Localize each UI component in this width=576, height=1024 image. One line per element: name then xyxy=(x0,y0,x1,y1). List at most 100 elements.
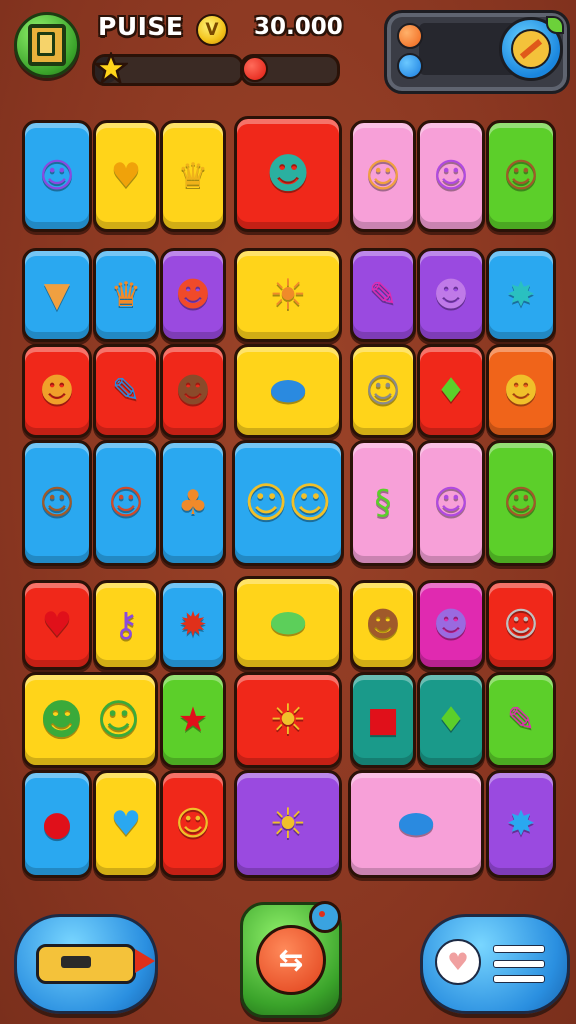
tile-red-star[interactable]: ★ xyxy=(160,672,226,768)
tile-purple-key[interactable]: ⚷ xyxy=(93,580,159,670)
heart-pin-icon: ♥ xyxy=(110,156,142,196)
pineapple-icon: ♣ xyxy=(177,483,209,523)
tile-robot-face[interactable]: ☺ xyxy=(486,580,556,670)
flame-face-icon: ☺ xyxy=(175,804,211,844)
tile-boy-character[interactable]: ☺ xyxy=(486,120,556,232)
robot-head-icon: ☺ xyxy=(365,371,401,411)
tile-red-cube[interactable]: ■ xyxy=(350,672,416,768)
tile-blue-germ[interactable]: ✸ xyxy=(486,770,556,878)
brown-bear-face-icon: ☻ xyxy=(365,605,401,645)
battery-button[interactable] xyxy=(14,914,158,1014)
red-ring-icon: ● xyxy=(42,804,72,844)
tile-red-creature[interactable]: ☻ xyxy=(160,248,226,342)
girl-character-icon: ☺ xyxy=(365,156,401,196)
tile-lion-cub[interactable]: ☻ xyxy=(22,344,92,438)
jelly-bean-icon: ⬬ xyxy=(270,366,306,415)
tile-purple-face[interactable]: ☺ xyxy=(22,120,92,232)
tile-red-sun[interactable]: ✹ xyxy=(160,580,226,670)
crowned-face-icon: ♛ xyxy=(177,156,209,196)
swap-icon: ⇆ xyxy=(256,925,326,995)
tile-red-heart[interactable]: ♥ xyxy=(22,580,92,670)
purple-key-icon: ⚷ xyxy=(113,605,139,645)
orange-king-icon: ♛ xyxy=(110,275,142,315)
battery-icon xyxy=(36,944,155,984)
tile-green-hippo[interactable]: ⬬ xyxy=(234,576,342,670)
notification-badge-icon xyxy=(309,901,341,933)
tile-pink-crayon[interactable]: ✎ xyxy=(486,672,556,768)
purple-hair-girl-icon: ☺ xyxy=(433,156,469,196)
green-hair-kid-icon: ☺ xyxy=(503,483,539,523)
tile-flame-face[interactable]: ☺ xyxy=(160,770,226,878)
brown-bear-icon: ☻ xyxy=(175,371,211,411)
blue-germ-icon: ✸ xyxy=(506,804,536,844)
tile-purple-bear-face[interactable]: ☻ xyxy=(417,580,485,670)
red-star-icon: ★ xyxy=(177,700,209,740)
tile-crayon[interactable]: ✎ xyxy=(350,248,416,342)
tile-crowned-face[interactable]: ♛ xyxy=(160,120,226,232)
tile-robot-head[interactable]: ☺ xyxy=(350,344,416,438)
tile-green-hair-kid[interactable]: ☺ xyxy=(486,440,556,566)
tile-kid-character[interactable]: ☺ xyxy=(22,440,92,566)
tile-redhead-kid[interactable]: ☺ xyxy=(93,440,159,566)
lion-face-icon: ☻ xyxy=(503,371,539,411)
crayon-icon: ✎ xyxy=(368,275,398,315)
tile-brown-bear-face[interactable]: ☻ xyxy=(350,580,416,670)
menu-icon[interactable] xyxy=(493,945,545,983)
swap-button[interactable]: ⇆ xyxy=(240,901,342,1018)
tile-two-kids[interactable]: ☺☺ xyxy=(232,440,344,566)
ice-cream-cone-icon: ▼ xyxy=(43,275,71,315)
robot-face-icon: ☺ xyxy=(503,605,539,645)
tile-green-leaf[interactable]: ♦ xyxy=(417,344,485,438)
tile-girl-character[interactable]: ☺ xyxy=(350,120,416,232)
purple-bear-icon: ☻ xyxy=(433,275,469,315)
green-blob-and-acorn-icon: ☻ ☺ xyxy=(39,695,141,744)
tile-sun-flower[interactable]: ☀ xyxy=(234,248,342,342)
tile-ice-cream-cone[interactable]: ▼ xyxy=(22,248,92,342)
red-sun-icon: ✹ xyxy=(178,605,208,645)
tile-red-ring[interactable]: ● xyxy=(22,770,92,878)
battery-cells xyxy=(61,956,91,968)
heart-menu-button[interactable]: ♥ xyxy=(420,914,570,1014)
tile-monster-character[interactable]: ☻ xyxy=(234,116,342,232)
purple-face-icon: ☺ xyxy=(39,156,75,196)
tile-yellow-sun[interactable]: ☀ xyxy=(234,672,342,768)
tile-brown-bear[interactable]: ☻ xyxy=(160,344,226,438)
red-cube-icon: ■ xyxy=(366,700,400,740)
tile-virus-creature[interactable]: ✸ xyxy=(486,248,556,342)
yellow-sun-icon: ☀ xyxy=(269,695,307,744)
tile-pineapple[interactable]: ♣ xyxy=(160,440,226,566)
tile-lion-face[interactable]: ☻ xyxy=(486,344,556,438)
tile-jelly-bean[interactable]: ⬬ xyxy=(234,344,342,438)
tile-purple-hair-girl[interactable]: ☺ xyxy=(417,120,485,232)
green-drop-icon: ♦ xyxy=(435,700,467,740)
tile-blue-crayon[interactable]: ✎ xyxy=(93,344,159,438)
tile-orange-king[interactable]: ♛ xyxy=(93,248,159,342)
tile-glossy-bean[interactable]: ⬬ xyxy=(348,770,484,878)
tile-green-drop[interactable]: ♦ xyxy=(417,672,485,768)
pink-crayon-icon: ✎ xyxy=(506,700,536,740)
tile-sunflower[interactable]: ☀ xyxy=(234,770,342,878)
heart-icon: ♥ xyxy=(435,939,481,985)
tile-board: ☺ ♥ ♛ ☻ ☺ ☺ ☺ ▼ ♛ ☻ ☀ ✎ ☻ ✸ ☻ ✎ ☻ ⬬ ☺ ♦ ☻ ☺ ☺ ♣ ☺☺ § ☺ ☺ ♥ ⚷ ✹ ⬬ ☻ ☻ ☺ ☻ ☺ ★… xyxy=(0,0,576,1024)
glossy-bean-icon: ⬬ xyxy=(398,799,434,848)
kid-character-icon: ☺ xyxy=(39,483,75,523)
lion-cub-icon: ☻ xyxy=(39,371,75,411)
boy-character-icon: ☺ xyxy=(503,156,539,196)
sunflower-icon: ☀ xyxy=(269,799,307,848)
tile-purple-bear[interactable]: ☻ xyxy=(417,248,485,342)
green-leaf-icon: ♦ xyxy=(435,371,467,411)
green-snake-icon: § xyxy=(374,483,392,523)
virus-creature-icon: ✸ xyxy=(506,275,536,315)
tile-purple-girl[interactable]: ☺ xyxy=(417,440,485,566)
purple-girl-icon: ☺ xyxy=(433,483,469,523)
blue-crayon-icon: ✎ xyxy=(111,371,141,411)
tile-green-snake[interactable]: § xyxy=(350,440,416,566)
heart-frame-icon: ♥ xyxy=(110,804,142,844)
sun-flower-icon: ☀ xyxy=(269,270,307,319)
tile-heart-frame[interactable]: ♥ xyxy=(93,770,159,878)
tile-green-blob-and-acorn[interactable]: ☻ ☺ xyxy=(22,672,158,768)
redhead-kid-icon: ☺ xyxy=(108,483,144,523)
tile-heart-pin[interactable]: ♥ xyxy=(93,120,159,232)
two-kids-icon: ☺☺ xyxy=(244,478,332,527)
red-heart-icon: ♥ xyxy=(41,605,73,645)
